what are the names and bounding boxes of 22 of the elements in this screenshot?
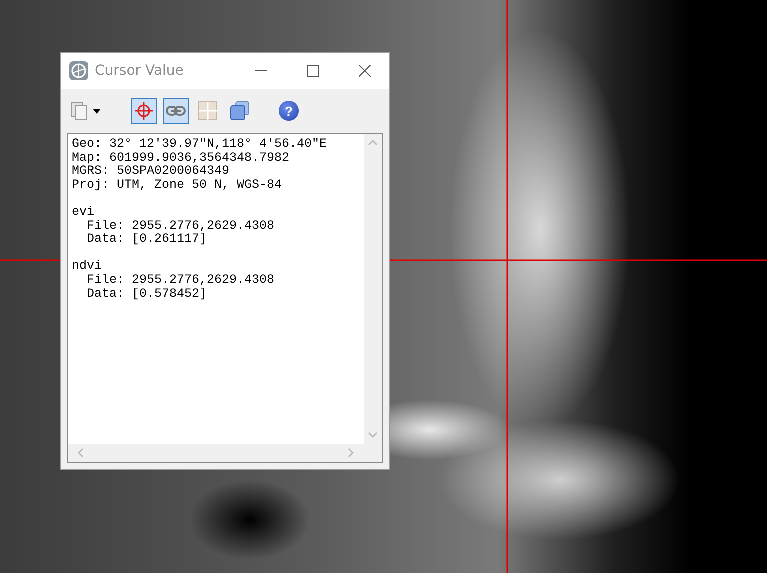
app-icon <box>69 61 89 81</box>
crosshair-button[interactable] <box>131 98 157 124</box>
link-button[interactable] <box>163 98 189 124</box>
windows-icon <box>230 101 250 121</box>
cursor-value-line: File: 2955.2776,2629.4308 <box>86 274 276 288</box>
help-button[interactable]: ? <box>279 101 299 121</box>
maximize-icon[interactable] <box>307 65 319 77</box>
grid-icon <box>198 101 218 121</box>
cursor-value-line: File: 2955.2776,2629.4308 <box>86 220 276 233</box>
cursor-value-line: Geo: 32° 12′39.97″N,118° 4′56.40″E <box>72 138 328 152</box>
cursor-value-line: ndvi <box>72 260 104 274</box>
cursor-value-line: Map: 601999.9036,3564348.7982 <box>72 152 291 166</box>
cursor-value-line: Data: [0.578452] <box>86 288 208 302</box>
cursor-value-line: Data: [0.261117] <box>86 233 208 247</box>
link-icon <box>166 105 186 117</box>
cursor-value-line: Proj: UTM, Zone 50 N, WGS-84 <box>72 178 284 192</box>
cursor-value-line: MGRS: 50SPA0200064349 <box>72 165 231 179</box>
copy-icon <box>71 101 103 121</box>
crosshair-icon <box>134 101 154 121</box>
close-icon[interactable] <box>359 65 371 77</box>
window-title: Cursor Value <box>95 63 185 79</box>
cursor-value-line: evi <box>72 206 96 220</box>
